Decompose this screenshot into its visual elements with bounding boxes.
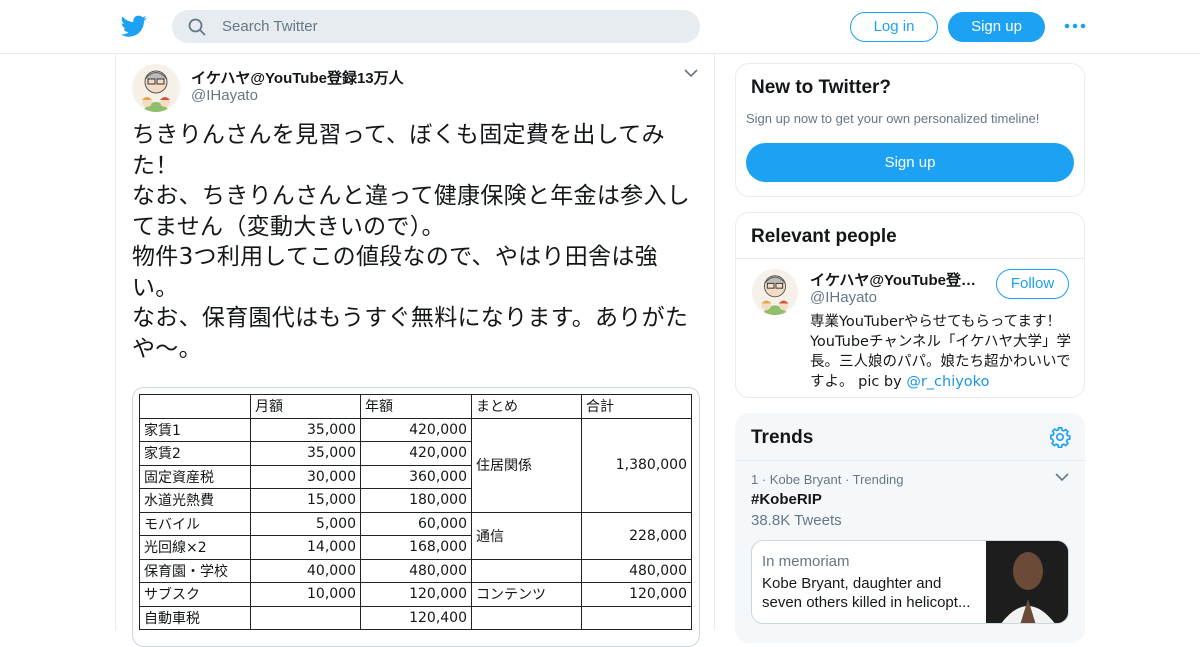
- table-cell-item: モバイル: [139, 511, 251, 536]
- search-input[interactable]: Search Twitter: [172, 10, 700, 43]
- table-header-cell: まとめ: [471, 394, 582, 419]
- table-cell-group: 通信: [471, 511, 582, 560]
- table-cell-monthly: 35,000: [250, 441, 361, 466]
- table-cell-monthly: 10,000: [250, 582, 361, 607]
- table-cell-item: 光回線×2: [139, 535, 251, 560]
- signup-button[interactable]: Sign up: [948, 12, 1045, 42]
- table-cell-item: 家賃1: [139, 417, 251, 442]
- table-cell-total: 1,380,000: [581, 417, 692, 513]
- gear-icon[interactable]: [1049, 426, 1071, 448]
- table-cell-yearly: 120,400: [360, 605, 472, 630]
- table-header-cell: [139, 394, 251, 419]
- news-photo-illustration: [986, 541, 1068, 623]
- table-cell-item: 保育園・学校: [139, 558, 251, 583]
- relevant-people-title: Relevant people: [751, 226, 897, 247]
- table-cell-monthly: 30,000: [250, 464, 361, 489]
- signup-card-title: New to Twitter?: [751, 77, 892, 98]
- table-cell-item: 水道光熱費: [139, 488, 251, 513]
- news-headline: Kobe Bryant, daughter and seven others k…: [762, 575, 971, 611]
- table-cell-total: [581, 605, 692, 630]
- trend-meta: 1 · Kobe Bryant · Trending: [751, 472, 904, 487]
- trends-card: Trends 1 · Kobe Bryant · Trending #KobeR…: [735, 413, 1086, 643]
- search-placeholder: Search Twitter: [222, 18, 318, 35]
- table-cell-total: 120,000: [581, 582, 692, 607]
- table-row: 保育園・学校 40,000 480,000 480,000: [139, 558, 692, 583]
- more-icon[interactable]: [1064, 20, 1086, 32]
- follow-button[interactable]: Follow: [996, 269, 1069, 299]
- table-cell-group: [471, 605, 582, 630]
- table-cell-yearly: 480,000: [360, 558, 472, 583]
- twitter-bird-icon[interactable]: [120, 13, 148, 39]
- table-cell-item: 自動車税: [139, 605, 251, 630]
- table-cell-yearly: 420,000: [360, 441, 472, 466]
- table-header-cell: 月額: [250, 394, 361, 419]
- table-cell-monthly: 5,000: [250, 511, 361, 536]
- table-cell-yearly: 420,000: [360, 417, 472, 442]
- trend-hashtag[interactable]: #KobeRIP: [751, 491, 822, 508]
- author-name[interactable]: イケハヤ@YouTube登録13万人: [191, 67, 404, 88]
- tweet-column: イケハヤ@YouTube登録13万人 @IHayato ちきりんさんを見習って、…: [115, 54, 715, 647]
- table-cell-item: 固定資産税: [139, 464, 251, 489]
- table-cell-monthly: 40,000: [250, 558, 361, 583]
- signup-card-subtitle: Sign up now to get your own personalized…: [746, 111, 1040, 126]
- top-bar: Search Twitter Log in Sign up: [0, 0, 1200, 54]
- table-cell-monthly: 35,000: [250, 417, 361, 442]
- tweet-image[interactable]: 月額 年額 まとめ 合計 家賃1 35,000 420,000 住居関係 1,380,000 家賃…: [132, 387, 700, 647]
- table-header-cell: 合計: [581, 394, 692, 419]
- author-avatar[interactable]: [132, 64, 180, 112]
- relevant-people-card: Relevant people イケハヤ@YouTube登録13万人 @IHay…: [735, 212, 1085, 398]
- news-photo: [986, 541, 1068, 623]
- avatar-illustration: [761, 275, 789, 315]
- table-cell-yearly: 180,000: [360, 488, 472, 513]
- table-row: モバイル 5,000 60,000 通信 228,000: [139, 511, 692, 560]
- avatar-illustration: [142, 70, 170, 112]
- person-avatar[interactable]: [752, 269, 798, 315]
- table-cell-monthly: [250, 605, 361, 630]
- table-cell-yearly: 168,000: [360, 535, 472, 560]
- signup-card: New to Twitter? Sign up now to get your …: [735, 63, 1085, 197]
- search-icon: [188, 18, 206, 36]
- table-cell-item: 家賃2: [139, 441, 251, 466]
- trend-news-card[interactable]: In memoriam Kobe Bryant, daughter and se…: [751, 540, 1069, 624]
- table-cell-total: 228,000: [581, 511, 692, 560]
- table-row: サブスク 10,000 120,000 コンテンツ 120,000: [139, 582, 692, 607]
- table-cell-group: コンテンツ: [471, 582, 582, 607]
- table-cell-group: 住居関係: [471, 417, 582, 513]
- author-handle[interactable]: @IHayato: [191, 87, 258, 104]
- table-cell-yearly: 60,000: [360, 511, 472, 536]
- trends-title: Trends: [751, 427, 814, 448]
- tweet-text: ちきりんさんを見習って、ぼくも固定費を出してみた！ なお、ちきりんさんと違って健…: [132, 122, 691, 362]
- chevron-down-icon[interactable]: [1055, 472, 1069, 482]
- table-row: 自動車税 120,400: [139, 605, 692, 630]
- expense-table: 月額 年額 まとめ 合計 家賃1 35,000 420,000 住居関係 1,380,000 家賃…: [139, 394, 692, 630]
- chevron-down-icon[interactable]: [684, 68, 698, 78]
- table-cell-total: 480,000: [581, 558, 692, 583]
- table-cell-monthly: 15,000: [250, 488, 361, 513]
- table-cell-yearly: 120,000: [360, 582, 472, 607]
- person-bio: 専業YouTuberやらせてもらってます！YouTubeチャンネル「イケハヤ大学…: [810, 312, 1072, 392]
- table-cell-group: [471, 558, 582, 583]
- trend-tweet-count: 38.8K Tweets: [751, 512, 842, 529]
- table-cell-monthly: 14,000: [250, 535, 361, 560]
- login-button[interactable]: Log in: [850, 12, 938, 42]
- bio-mention-link[interactable]: @r_chiyoko: [906, 374, 989, 390]
- news-kicker: In memoriam: [762, 553, 850, 570]
- table-cell-yearly: 360,000: [360, 464, 472, 489]
- person-name[interactable]: イケハヤ@YouTube登録13万人: [810, 269, 988, 290]
- table-header-cell: 年額: [360, 394, 472, 419]
- divider: [736, 258, 1084, 259]
- divider: [736, 460, 1086, 461]
- table-header-row: 月額 年額 まとめ 合計: [139, 394, 692, 419]
- sidebar-signup-button[interactable]: Sign up: [746, 143, 1074, 182]
- person-handle[interactable]: @IHayato: [810, 289, 877, 306]
- table-row: 家賃1 35,000 420,000 住居関係 1,380,000: [139, 417, 692, 513]
- table-cell-item: サブスク: [139, 582, 251, 607]
